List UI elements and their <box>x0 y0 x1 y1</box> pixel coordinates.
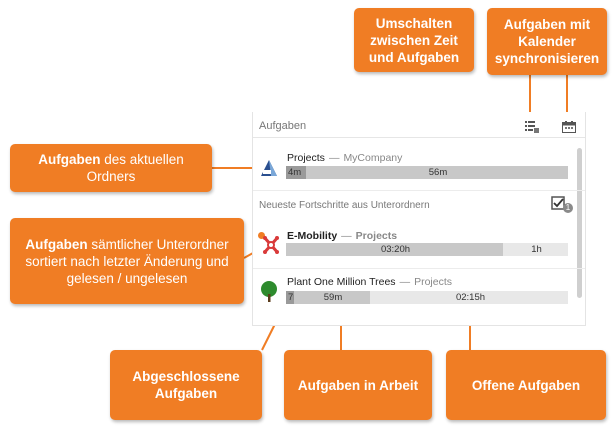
bar-in-progress: 59m <box>294 291 370 304</box>
progress-bar: 03:20h 1h <box>286 243 568 256</box>
calendar-sync-icon[interactable] <box>562 120 576 133</box>
row-title: E-Mobility — Projects <box>287 230 398 242</box>
bar-in-progress: 56m <box>306 166 568 179</box>
tasks-panel: Aufgaben Projects — MyCompany 4m 56m Neu… <box>252 112 586 326</box>
task-row-plant-trees[interactable]: Plant One Million Trees—Projects 7r 59m … <box>253 276 577 310</box>
toggle-time-tasks-icon[interactable] <box>525 120 539 133</box>
row-title: Projects — MyCompany <box>287 152 403 164</box>
bar-open: 1h <box>503 243 568 256</box>
bar-open: 02:15h <box>371 291 568 304</box>
callout-in-progress: Aufgaben in Arbeit <box>284 350 432 420</box>
panel-title: Aufgaben <box>259 120 307 132</box>
divider <box>253 268 585 269</box>
tree-icon <box>259 280 279 307</box>
callout-open: Offene Aufgaben <box>446 350 606 420</box>
progress-bar: 4m 56m <box>286 166 568 179</box>
section-label: Neueste Fortschritte aus Unterordnern <box>259 200 430 211</box>
checked-tasks-icon[interactable] <box>551 196 575 219</box>
callout-toggle: Umschalten zwischen Zeit und Aufgaben <box>354 8 474 72</box>
scrollbar[interactable] <box>577 148 582 298</box>
bar-completed: 7r <box>286 291 294 304</box>
badge-count: 1 <box>565 203 571 212</box>
progress-bar: 7r 59m 02:15h <box>286 291 568 304</box>
row-title: Plant One Million Trees — Projects <box>287 276 452 288</box>
divider <box>253 190 585 191</box>
e-mobility-logo-icon <box>261 234 281 261</box>
callout-current-folder: Aufgaben des aktuellen Ordners <box>10 144 212 192</box>
task-row-e-mobility[interactable]: E-Mobility — Projects 03:20h 1h <box>253 230 577 264</box>
panel-header: Aufgaben <box>253 112 585 138</box>
bar-completed: 4m <box>286 166 306 179</box>
callout-calendar: Aufgaben mit Kalender synchronisieren <box>487 8 607 75</box>
callout-subfolders: Aufgaben sämtlicher Unterordner sortiert… <box>10 218 244 304</box>
callout-completed: Abgeschlossene Aufgaben <box>110 350 262 420</box>
task-row-projects[interactable]: Projects — MyCompany 4m 56m <box>253 152 577 182</box>
mycompany-logo-icon <box>259 156 279 183</box>
bar-in-progress: 03:20h <box>286 243 503 256</box>
